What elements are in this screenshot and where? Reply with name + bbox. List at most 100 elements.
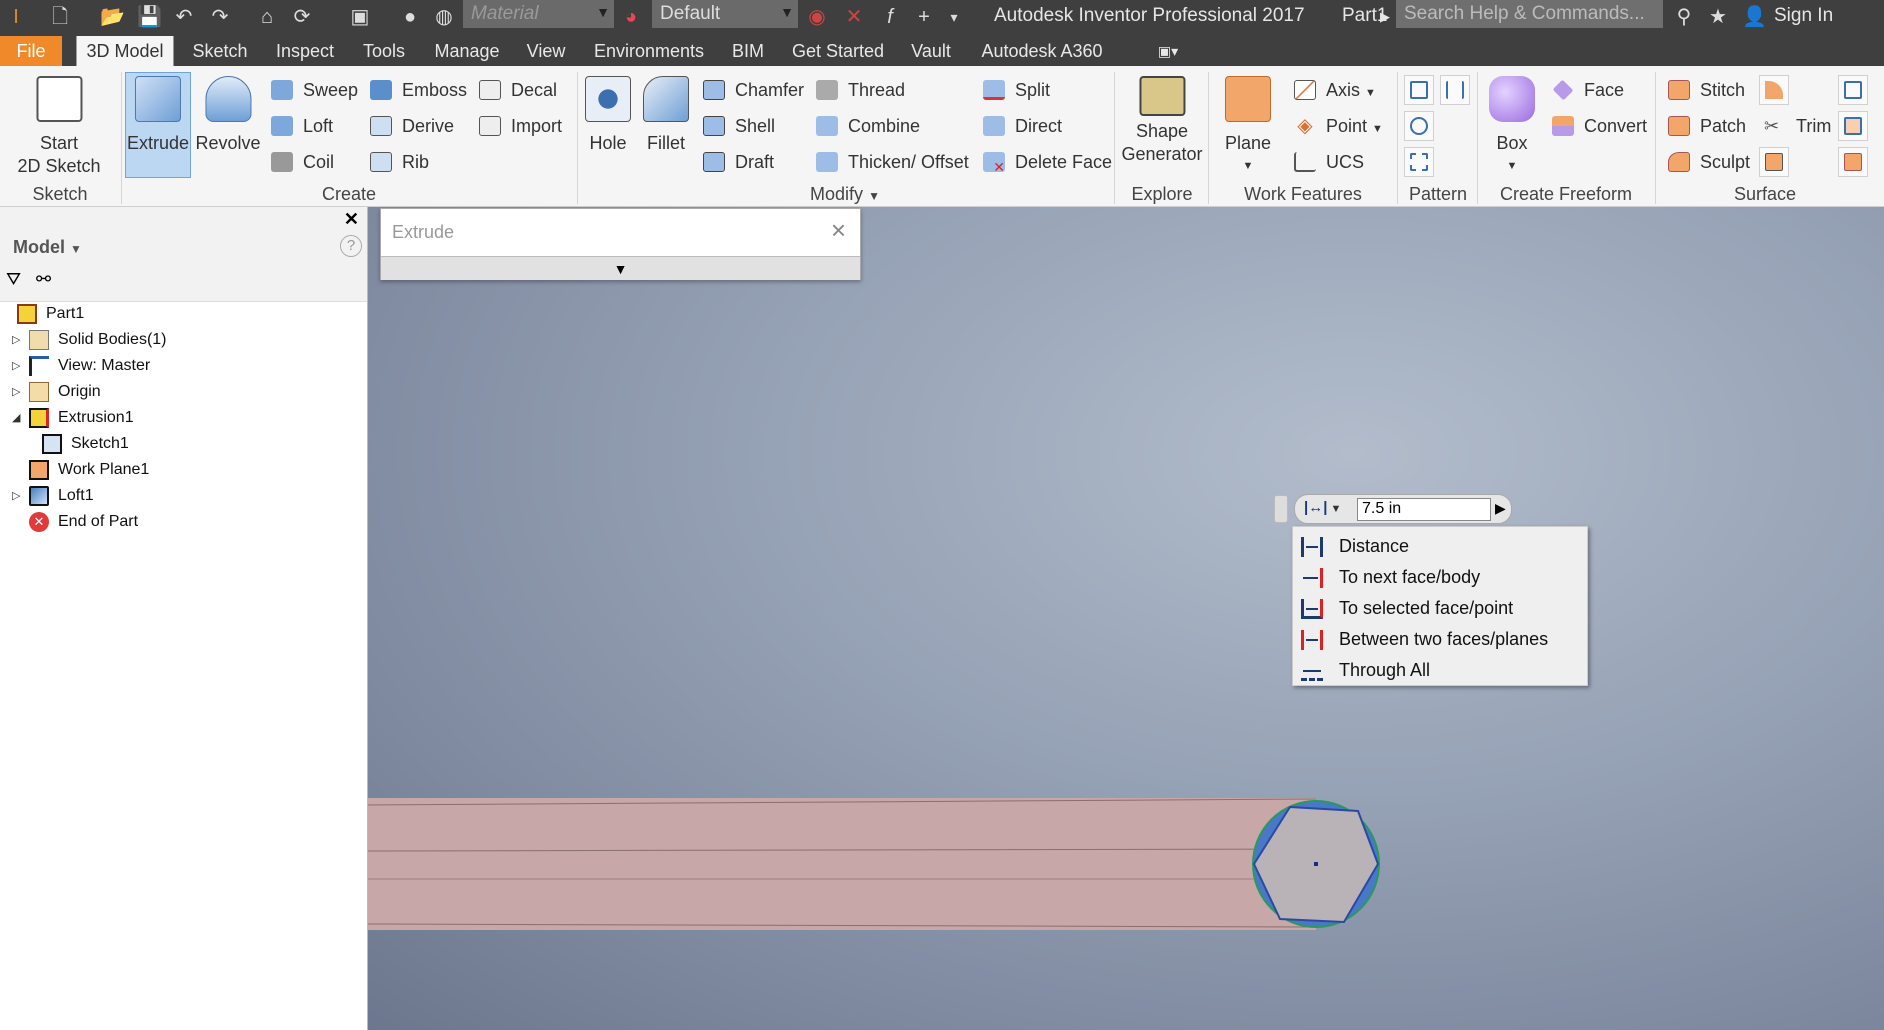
home-icon[interactable]: ⌂ bbox=[255, 5, 279, 29]
tab-view[interactable]: View bbox=[517, 36, 576, 66]
sculpt-button[interactable]: Sculpt bbox=[1668, 147, 1750, 177]
material-dropdown[interactable]: Material ▼ bbox=[463, 0, 614, 28]
distance-input[interactable]: 7.5 in bbox=[1357, 498, 1491, 521]
redo-icon[interactable]: ↷ bbox=[208, 5, 232, 29]
customize-icon[interactable]: ▾ bbox=[942, 5, 966, 29]
appearance-dropdown[interactable]: Default ▼ bbox=[652, 0, 798, 28]
decal-button[interactable]: Decal bbox=[479, 75, 557, 105]
tab-3d-model[interactable]: 3D Model bbox=[76, 36, 174, 66]
tab-get-started[interactable]: Get Started bbox=[782, 36, 894, 66]
inventor-logo-icon[interactable]: I bbox=[4, 5, 28, 29]
satellite-icon[interactable]: ⚲ bbox=[1672, 5, 1696, 29]
split-button[interactable]: Split bbox=[983, 75, 1050, 105]
close-icon[interactable]: × bbox=[831, 215, 846, 246]
menu-item-to-next[interactable]: To next face/body bbox=[1293, 562, 1587, 593]
select-icon[interactable]: ▣ bbox=[348, 5, 372, 29]
trim-button[interactable]: ✂ Trim bbox=[1764, 111, 1831, 141]
sweep-button[interactable]: Sweep bbox=[271, 75, 358, 105]
tab-inspect[interactable]: Inspect bbox=[266, 36, 344, 66]
fillet-button[interactable]: Fillet bbox=[643, 72, 689, 155]
mirror-button[interactable] bbox=[1440, 75, 1470, 105]
extrude-button[interactable]: Extrude bbox=[127, 72, 189, 155]
model-dropdown[interactable]: Model ▼ bbox=[13, 237, 82, 258]
tab-file[interactable]: File bbox=[0, 36, 62, 66]
stitch-button[interactable]: Stitch bbox=[1668, 75, 1745, 105]
coil-button[interactable]: Coil bbox=[271, 147, 334, 177]
chamfer-button[interactable]: Chamfer bbox=[703, 75, 804, 105]
loft-button[interactable]: Loft bbox=[271, 111, 333, 141]
update-icon[interactable]: ⟳ bbox=[290, 5, 314, 29]
plus-icon[interactable]: + bbox=[912, 5, 936, 29]
repair-bodies-button[interactable] bbox=[1838, 111, 1868, 141]
tab-bim[interactable]: BIM bbox=[722, 36, 774, 66]
tab-environments[interactable]: Environments bbox=[584, 36, 714, 66]
start-2d-sketch-button[interactable]: Start 2D Sketch bbox=[17, 72, 101, 178]
plane-button[interactable]: Plane ▼ bbox=[1225, 72, 1271, 178]
convert-button[interactable]: Convert bbox=[1552, 111, 1647, 141]
menu-item-through-all[interactable]: Through All bbox=[1293, 655, 1587, 686]
menu-item-to-selected[interactable]: To selected face/point bbox=[1293, 593, 1587, 624]
new-file-icon[interactable]: 🗋 bbox=[48, 5, 72, 29]
close-icon[interactable]: ✕ bbox=[344, 209, 359, 230]
combine-button[interactable]: Combine bbox=[816, 111, 920, 141]
box-button[interactable]: Box ▼ bbox=[1489, 72, 1535, 178]
expand-dialog-button[interactable]: ▼ bbox=[381, 256, 860, 280]
replace-face-button[interactable] bbox=[1838, 75, 1868, 105]
adjust-appearance-icon[interactable]: ◉ bbox=[805, 5, 829, 29]
circular-pattern-button[interactable] bbox=[1404, 111, 1434, 141]
graphics-viewport[interactable] bbox=[368, 207, 1884, 1030]
open-icon[interactable]: 📂 bbox=[100, 5, 125, 29]
expand-icon[interactable]: ▷ bbox=[12, 484, 20, 508]
draft-button[interactable]: Draft bbox=[703, 147, 774, 177]
search-input[interactable]: Search Help & Commands... bbox=[1396, 0, 1663, 28]
star-icon[interactable]: ★ bbox=[1706, 5, 1730, 29]
fx-parameters-icon[interactable]: f bbox=[878, 5, 902, 29]
tab-vault[interactable]: Vault bbox=[901, 36, 961, 66]
shape-generator-button[interactable]: Shape Generator bbox=[1121, 72, 1203, 166]
ucs-button[interactable]: UCS bbox=[1294, 147, 1364, 177]
save-icon[interactable]: 💾 bbox=[137, 5, 162, 29]
material-sphere-icon[interactable]: ◍ bbox=[432, 5, 456, 29]
color-wheel-icon[interactable]: ◕ bbox=[619, 5, 643, 29]
thread-button[interactable]: Thread bbox=[816, 75, 905, 105]
properties-icon[interactable]: ● bbox=[398, 5, 422, 29]
ruled-surface-button[interactable] bbox=[1759, 75, 1789, 105]
menu-item-distance[interactable]: Distance bbox=[1293, 531, 1587, 562]
group-label-modify[interactable]: Modify ▼ bbox=[810, 184, 880, 205]
sign-in-link[interactable]: Sign In bbox=[1774, 5, 1833, 27]
shell-button[interactable]: Shell bbox=[703, 111, 775, 141]
delete-face-button[interactable]: ✕ Delete Face bbox=[983, 147, 1112, 177]
emboss-button[interactable]: Emboss bbox=[370, 75, 467, 105]
clear-appearance-icon[interactable]: ✕ bbox=[842, 5, 866, 29]
tab-tools[interactable]: Tools bbox=[353, 36, 415, 66]
expand-icon[interactable]: ▷ bbox=[12, 380, 20, 404]
menu-item-between[interactable]: Between two faces/planes bbox=[1293, 624, 1587, 655]
tab-sketch[interactable]: Sketch bbox=[182, 36, 257, 66]
user-icon[interactable]: 👤 bbox=[1742, 5, 1767, 29]
apply-arrow-icon[interactable]: ▶ bbox=[1495, 500, 1506, 517]
face-button[interactable]: Face bbox=[1552, 75, 1624, 105]
tab-manage[interactable]: Manage bbox=[424, 36, 509, 66]
rib-button[interactable]: Rib bbox=[370, 147, 429, 177]
thicken-offset-button[interactable]: Thicken/ Offset bbox=[816, 147, 969, 177]
axis-button[interactable]: Axis ▼ bbox=[1294, 75, 1376, 105]
rectangular-pattern-button[interactable] bbox=[1404, 75, 1434, 105]
undo-icon[interactable]: ↶ bbox=[172, 5, 196, 29]
filter-icon[interactable]: ⛛ bbox=[6, 269, 21, 290]
extent-type-dropdown[interactable]: |↔| ▼ bbox=[1304, 499, 1341, 516]
collapse-icon[interactable]: ◢ bbox=[12, 406, 20, 430]
panel-toggle-icon[interactable]: ▣▾ bbox=[1148, 36, 1188, 66]
binoculars-icon[interactable]: ⚯ bbox=[36, 269, 51, 290]
drag-handle[interactable] bbox=[1274, 495, 1288, 523]
help-icon[interactable]: ? bbox=[340, 235, 362, 257]
fit-mesh-face-button[interactable] bbox=[1838, 147, 1868, 177]
revolve-button[interactable]: Revolve bbox=[195, 72, 261, 155]
expand-icon[interactable]: ▷ bbox=[12, 354, 20, 378]
extend-button[interactable] bbox=[1759, 147, 1789, 177]
hole-button[interactable]: Hole bbox=[585, 72, 631, 155]
tab-autodesk-a360[interactable]: Autodesk A360 bbox=[971, 36, 1112, 66]
direct-button[interactable]: Direct bbox=[983, 111, 1062, 141]
derive-button[interactable]: Derive bbox=[370, 111, 454, 141]
sketch-driven-pattern-button[interactable] bbox=[1404, 147, 1434, 177]
import-button[interactable]: Import bbox=[479, 111, 562, 141]
